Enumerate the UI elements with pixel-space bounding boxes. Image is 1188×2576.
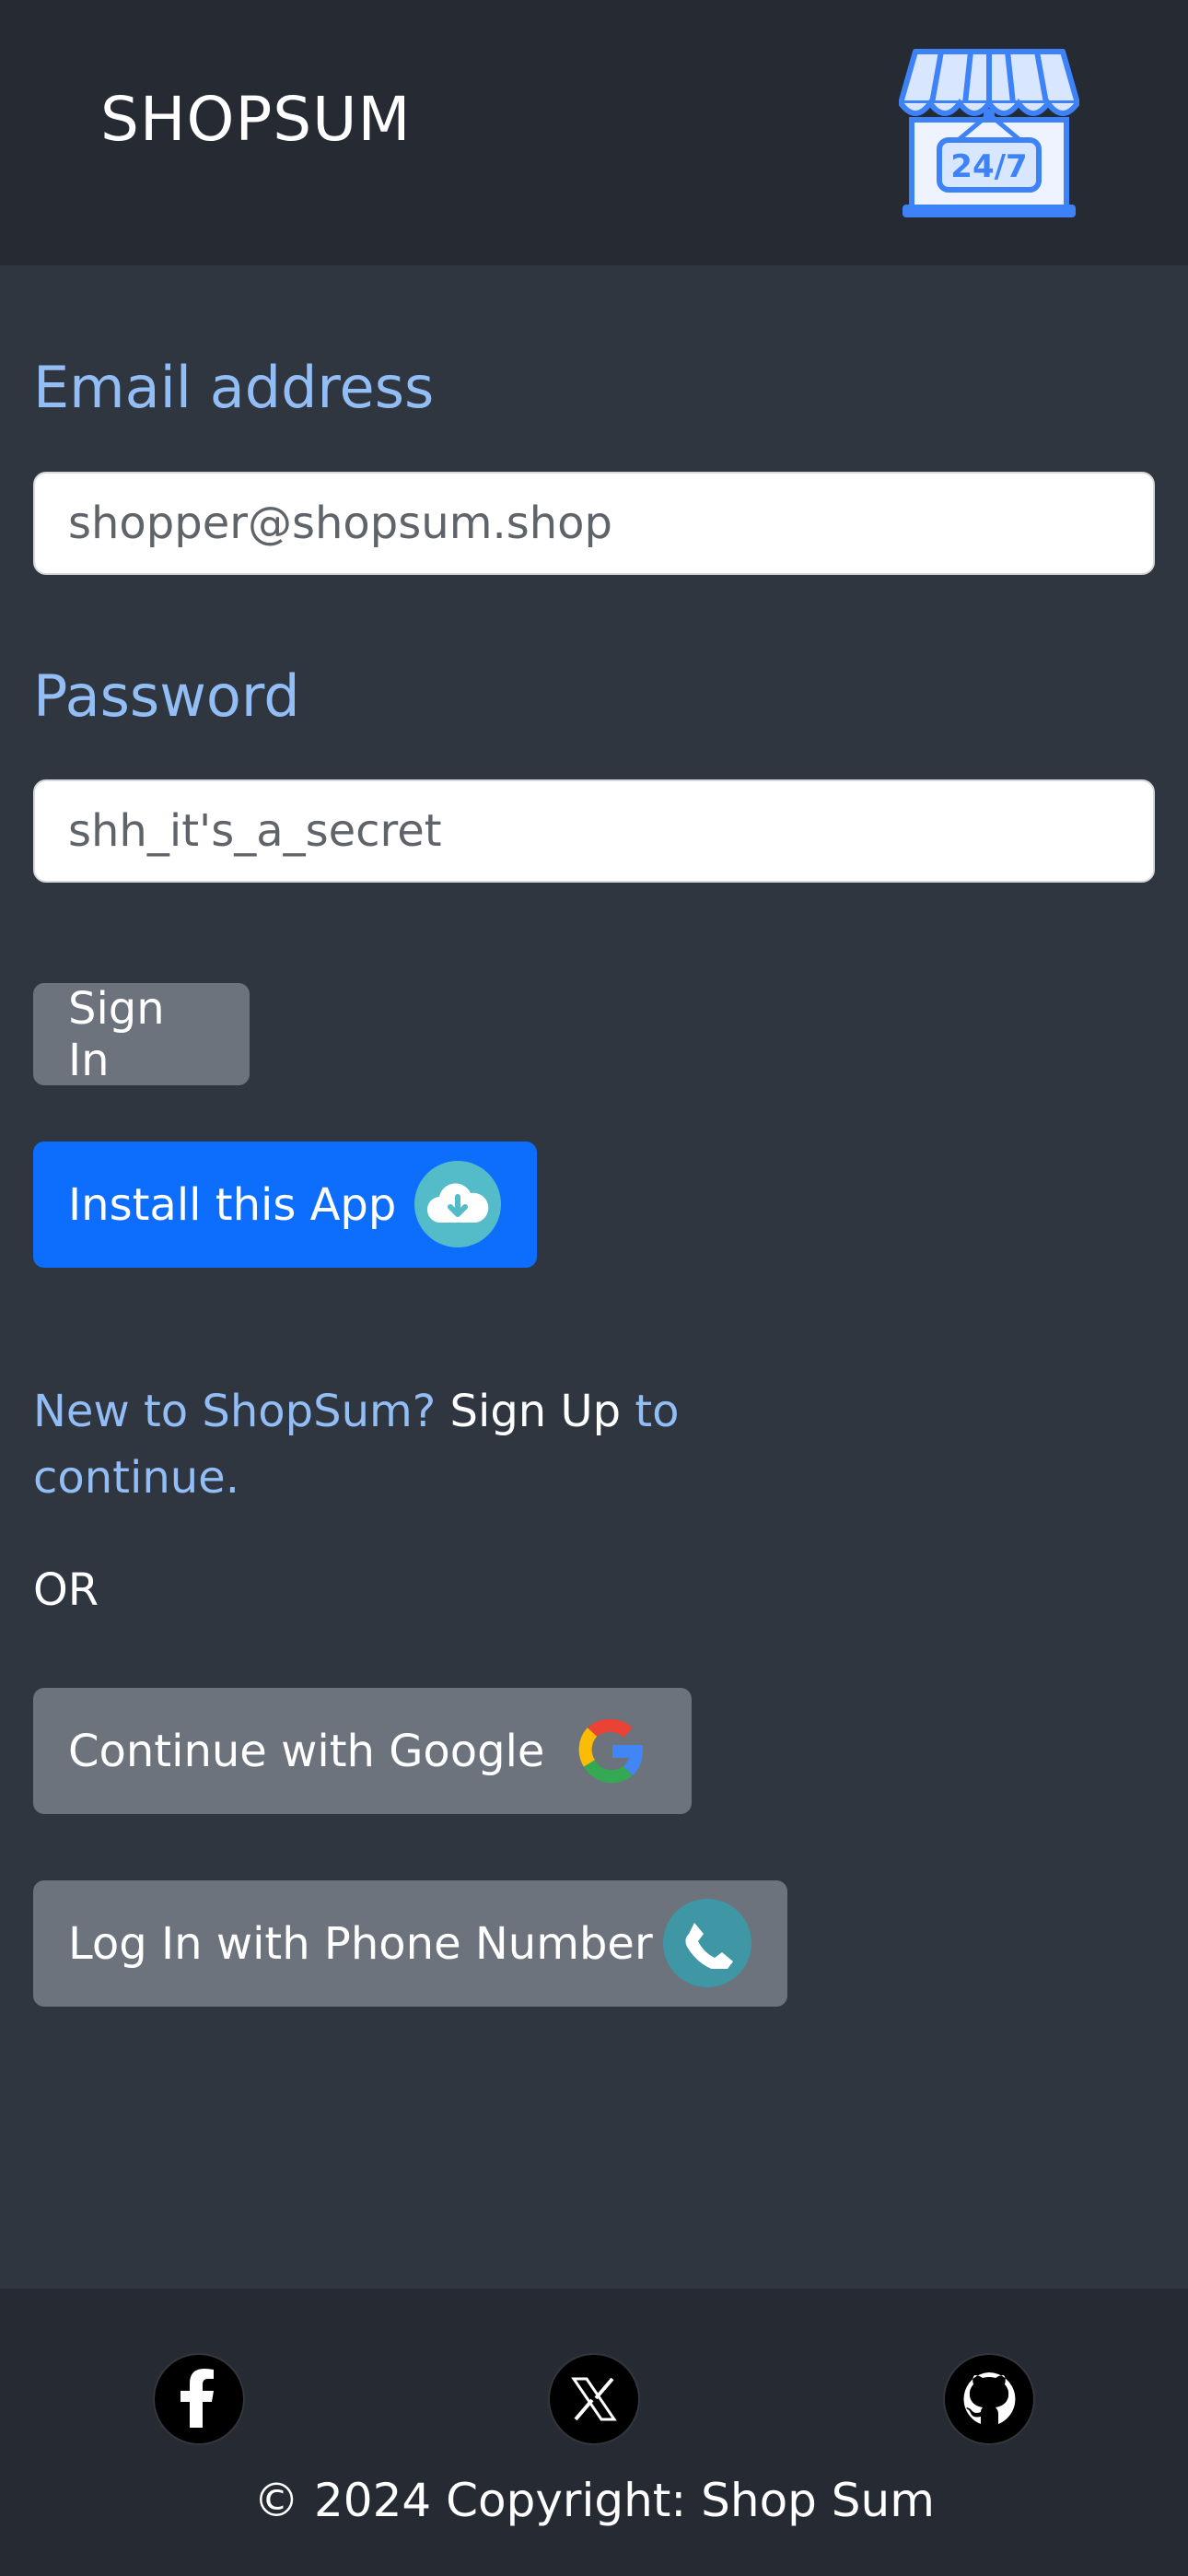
copyright-text: © 2024 Copyright: Shop Sum bbox=[253, 2474, 935, 2527]
signup-prompt: New to ShopSum? Sign Up to continue. bbox=[33, 1378, 751, 1511]
google-button-label: Continue with Google bbox=[68, 1725, 545, 1777]
email-field[interactable] bbox=[33, 472, 1155, 575]
phone-login-label: Log In with Phone Number bbox=[68, 1917, 653, 1970]
password-label: Password bbox=[33, 662, 300, 730]
phone-login-button[interactable]: Log In with Phone Number bbox=[33, 1880, 787, 2007]
google-icon bbox=[569, 1710, 652, 1793]
logo-24-7-text: 24/7 bbox=[950, 148, 1027, 185]
x-icon[interactable] bbox=[548, 2353, 640, 2445]
sign-in-button-label: Sign In bbox=[68, 982, 165, 1086]
install-app-button[interactable]: Install this App bbox=[33, 1142, 537, 1268]
install-app-label: Install this App bbox=[68, 1178, 397, 1231]
continue-with-google-button[interactable]: Continue with Google bbox=[33, 1688, 692, 1814]
sign-in-button[interactable]: Sign In bbox=[33, 982, 250, 1086]
brand-title[interactable]: SHOPSUM bbox=[100, 83, 411, 157]
password-field[interactable] bbox=[33, 779, 1155, 883]
phone-icon bbox=[663, 1899, 751, 1987]
github-icon[interactable] bbox=[943, 2353, 1035, 2445]
storefront-24-7-icon[interactable]: 24/7 bbox=[899, 41, 1079, 221]
email-label: Email address bbox=[33, 354, 435, 421]
sign-up-link[interactable]: Sign Up bbox=[450, 1386, 622, 1437]
app-header: SHOPSUM 24/7 bbox=[0, 0, 1188, 265]
signup-prefix: New to ShopSum? bbox=[33, 1386, 437, 1437]
or-divider: OR bbox=[33, 1564, 99, 1616]
cloud-download-icon bbox=[414, 1161, 501, 1247]
facebook-icon[interactable] bbox=[153, 2353, 245, 2445]
page-footer: © 2024 Copyright: Shop Sum bbox=[0, 2289, 1188, 2576]
